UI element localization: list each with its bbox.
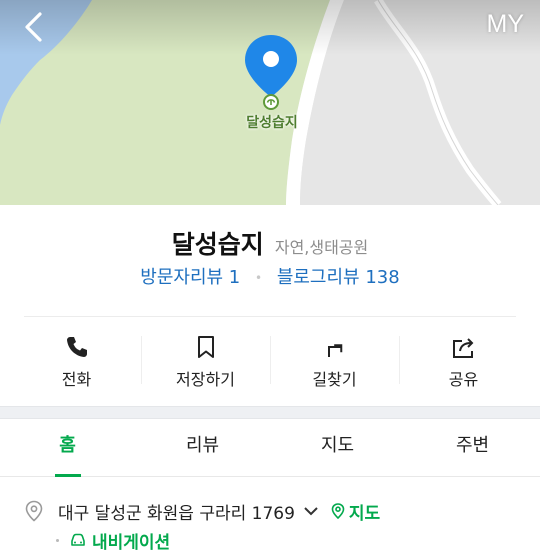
map-pin-label: 달성습지 (246, 115, 298, 131)
navigation-link[interactable]: 내비게이션 (69, 528, 170, 553)
chevron-down-icon[interactable] (303, 505, 319, 517)
map-link[interactable]: 지도 (331, 499, 380, 524)
address-text: 대구 달성군 화원읍 구라리 1769 (58, 503, 295, 524)
place-category: 자연,생태공원 (274, 238, 369, 257)
separator-dot: • (255, 271, 263, 285)
tab-home[interactable]: 홈 (0, 419, 135, 477)
navigation-row: 내비게이션 (56, 528, 170, 553)
location-outline-icon (25, 500, 43, 522)
share-button[interactable]: 공유 (399, 320, 528, 404)
map-view[interactable]: MY 달성습지 (0, 0, 540, 205)
map-link-label: 지도 (348, 503, 381, 524)
share-label: 공유 (448, 370, 479, 389)
blog-review-link[interactable]: 블로그리뷰 138 (277, 267, 400, 288)
place-info: 달성습지 자연,생태공원 방문자리뷰 1 • 블로그리뷰 138 (0, 205, 540, 315)
address-row: 대구 달성군 화원읍 구라리 1769 지도 (24, 496, 524, 526)
phone-icon (66, 337, 87, 357)
share-icon (452, 338, 473, 358)
tab-bar: 홈 리뷰 지도 주변 (0, 419, 540, 477)
review-row: 방문자리뷰 1 • 블로그리뷰 138 (0, 263, 540, 289)
car-icon (71, 533, 85, 546)
save-button[interactable]: 저장하기 (141, 320, 270, 404)
visitor-review-link[interactable]: 방문자리뷰 1 (140, 267, 240, 288)
bookmark-icon (197, 336, 214, 358)
my-button[interactable]: MY (487, 10, 525, 39)
bullet-dot (56, 538, 59, 542)
directions-label: 길찾기 (312, 370, 357, 389)
tab-review[interactable]: 리뷰 (135, 419, 270, 476)
directions-icon (327, 344, 342, 357)
section-gap (0, 406, 540, 419)
divider (24, 316, 516, 317)
tab-nearby[interactable]: 주변 (405, 419, 540, 476)
save-label: 저장하기 (176, 370, 235, 389)
place-name: 달성습지 (171, 230, 264, 259)
directions-button[interactable]: 길찾기 (270, 320, 399, 404)
title-row: 달성습지 자연,생태공원 (0, 225, 540, 261)
call-button[interactable]: 전화 (12, 320, 141, 404)
navigation-link-label: 내비게이션 (92, 532, 171, 553)
map-pin-small-icon (331, 503, 345, 519)
tab-map[interactable]: 지도 (270, 419, 405, 476)
chevron-left-icon[interactable] (18, 8, 52, 46)
action-bar: 전화 저장하기 길찾기 공유 (12, 320, 528, 404)
location-pin-icon[interactable] (242, 33, 300, 111)
call-label: 전화 (61, 370, 92, 389)
